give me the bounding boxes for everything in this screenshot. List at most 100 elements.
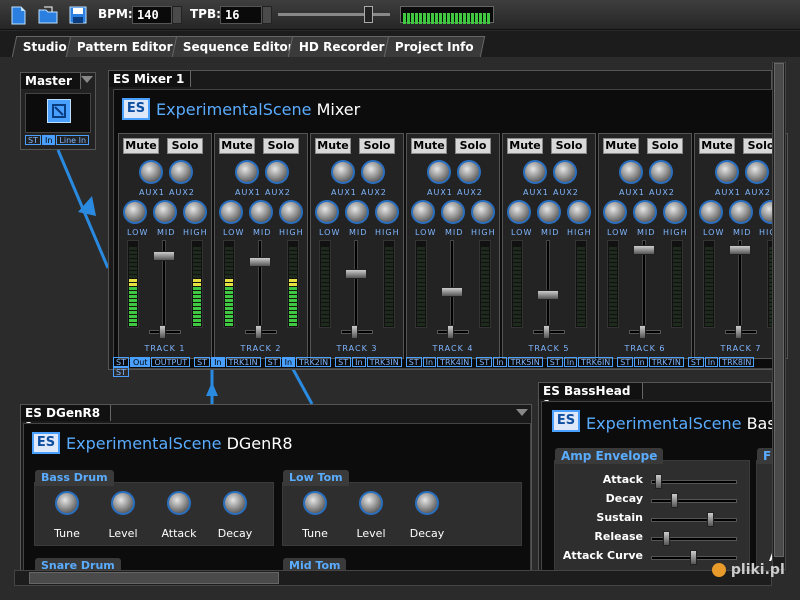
aux2-knob[interactable] <box>649 160 673 184</box>
mute-button[interactable]: Mute <box>123 138 159 154</box>
eq-low-knob[interactable] <box>123 200 147 224</box>
mixer-port[interactable]: ST <box>546 357 563 367</box>
mute-button[interactable]: Mute <box>411 138 447 154</box>
volume-fader[interactable] <box>345 268 367 279</box>
vertical-scroll-thumb[interactable] <box>774 63 784 557</box>
aux2-knob[interactable] <box>361 160 385 184</box>
eq-mid-knob[interactable] <box>633 200 657 224</box>
aux1-knob[interactable] <box>235 160 259 184</box>
mixer-port[interactable]: ST <box>687 357 704 367</box>
eq-mid-knob[interactable] <box>249 200 273 224</box>
mixer-port[interactable]: ST <box>476 357 493 367</box>
volume-fader[interactable] <box>153 251 175 262</box>
low-tom-level-knob[interactable] <box>359 491 383 515</box>
mixer-port[interactable]: TRK7IN <box>648 357 684 367</box>
solo-button[interactable]: Solo <box>551 138 587 154</box>
collapse-icon[interactable] <box>516 409 528 416</box>
mixer-port[interactable]: TRK2IN <box>296 357 332 367</box>
envelope-thumb[interactable] <box>654 474 662 489</box>
pan-thumb[interactable] <box>543 325 550 339</box>
aux1-knob[interactable] <box>715 160 739 184</box>
aux2-knob[interactable] <box>745 160 769 184</box>
mixer-port[interactable]: ST <box>617 357 634 367</box>
mute-button[interactable]: Mute <box>603 138 639 154</box>
solo-button[interactable]: Solo <box>167 138 203 154</box>
horizontal-scrollbar[interactable] <box>14 570 772 586</box>
solo-button[interactable]: Solo <box>263 138 299 154</box>
mixer-port[interactable]: In <box>634 357 648 367</box>
aux1-knob[interactable] <box>523 160 547 184</box>
envelope-thumb[interactable] <box>670 493 678 508</box>
eq-high-knob[interactable] <box>663 200 687 224</box>
mixer-port[interactable]: TRK8IN <box>719 357 755 367</box>
mixer-port[interactable]: TRK6IN <box>578 357 614 367</box>
eq-high-knob[interactable] <box>567 200 591 224</box>
aux1-knob[interactable] <box>139 160 163 184</box>
mixer-port[interactable]: TRK3IN <box>366 357 402 367</box>
mixer-port[interactable]: OUTPUT <box>151 357 191 367</box>
eq-mid-knob[interactable] <box>537 200 561 224</box>
eq-high-knob[interactable] <box>375 200 399 224</box>
eq-low-knob[interactable] <box>315 200 339 224</box>
aux2-knob[interactable] <box>457 160 481 184</box>
aux2-knob[interactable] <box>553 160 577 184</box>
mixer-port[interactable]: Out <box>129 357 151 367</box>
aux2-knob[interactable] <box>169 160 193 184</box>
mixer-port[interactable]: In <box>211 357 225 367</box>
bass-drum-level-knob[interactable] <box>111 491 135 515</box>
envelope-thumb[interactable] <box>707 512 715 527</box>
mixer-port[interactable]: ST <box>194 357 211 367</box>
envelope-slider[interactable] <box>651 499 737 503</box>
mixer-port[interactable]: TRK5IN <box>507 357 543 367</box>
solo-button[interactable]: Solo <box>647 138 683 154</box>
low-tom-decay-knob[interactable] <box>415 491 439 515</box>
mute-button[interactable]: Mute <box>699 138 735 154</box>
aux2-knob[interactable] <box>265 160 289 184</box>
eq-mid-knob[interactable] <box>153 200 177 224</box>
solo-button[interactable]: Solo <box>359 138 395 154</box>
eq-high-knob[interactable] <box>279 200 303 224</box>
eq-mid-knob[interactable] <box>729 200 753 224</box>
bass-drum-tune-knob[interactable] <box>55 491 79 515</box>
volume-fader[interactable] <box>537 290 559 301</box>
mixer-port[interactable]: In <box>563 357 578 367</box>
aux1-knob[interactable] <box>427 160 451 184</box>
low-tom-tune-knob[interactable] <box>303 491 327 515</box>
volume-fader[interactable] <box>249 256 271 267</box>
pan-thumb[interactable] <box>447 325 454 339</box>
mute-button[interactable]: Mute <box>507 138 543 154</box>
mixer-port[interactable]: ST <box>335 357 352 367</box>
mixer-port[interactable]: In <box>422 357 437 367</box>
mute-button[interactable]: Mute <box>315 138 351 154</box>
bass-drum-decay-knob[interactable] <box>223 491 247 515</box>
mixer-port[interactable]: ST <box>264 357 281 367</box>
envelope-thumb[interactable] <box>690 550 697 565</box>
mixer-port[interactable]: In <box>493 357 507 367</box>
pan-thumb[interactable] <box>351 325 358 339</box>
mixer-port[interactable]: In <box>281 357 296 367</box>
pan-thumb[interactable] <box>159 325 166 339</box>
mixer-port[interactable]: ST <box>113 367 129 377</box>
eq-low-knob[interactable] <box>507 200 531 224</box>
mixer-port[interactable]: In <box>704 357 719 367</box>
mixer-port[interactable]: ST <box>113 357 129 367</box>
mixer-port[interactable]: TRK1IN <box>225 357 261 367</box>
mixer-port[interactable]: ST <box>405 357 422 367</box>
volume-fader[interactable] <box>441 287 463 298</box>
pan-thumb[interactable] <box>255 325 262 339</box>
bass-drum-attack-knob[interactable] <box>167 491 191 515</box>
solo-button[interactable]: Solo <box>455 138 491 154</box>
envelope-slider[interactable] <box>651 480 737 484</box>
horizontal-scroll-thumb[interactable] <box>29 572 279 584</box>
eq-low-knob[interactable] <box>603 200 627 224</box>
eq-low-knob[interactable] <box>699 200 723 224</box>
eq-low-knob[interactable] <box>411 200 435 224</box>
volume-fader[interactable] <box>729 245 751 256</box>
envelope-thumb[interactable] <box>662 531 670 546</box>
mixer-port[interactable]: TRK4IN <box>437 357 473 367</box>
eq-mid-knob[interactable] <box>345 200 369 224</box>
eq-high-knob[interactable] <box>183 200 207 224</box>
mixer-port[interactable]: In <box>352 357 366 367</box>
mute-button[interactable]: Mute <box>219 138 255 154</box>
vertical-scrollbar[interactable] <box>772 62 786 570</box>
